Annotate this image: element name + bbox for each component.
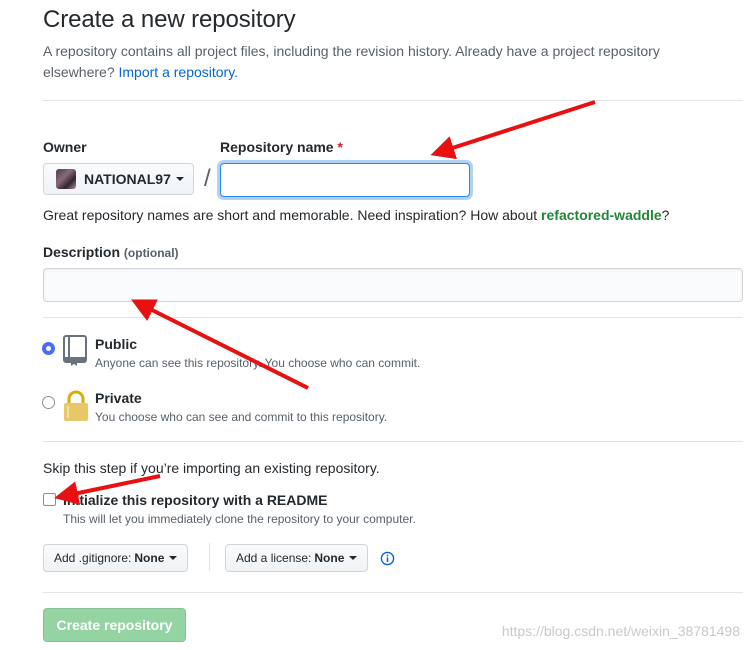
private-radio[interactable] <box>42 396 55 409</box>
description-label-text: Description <box>43 244 121 260</box>
create-repository-button[interactable]: Create repository <box>43 608 186 642</box>
watermark: https://blog.csdn.net/weixin_38781498 <box>501 623 740 639</box>
public-option-title: Public <box>95 336 138 352</box>
readme-checkbox[interactable] <box>43 493 56 506</box>
gitignore-label: Add .gitignore: <box>54 551 132 565</box>
description-label: Description (optional) <box>43 244 179 260</box>
divider <box>43 317 743 318</box>
button-separator <box>209 543 210 571</box>
divider <box>43 441 743 442</box>
readme-desc: This will let you immediately clone the … <box>63 512 416 526</box>
readme-label[interactable]: Initialize this repository with a README <box>63 492 327 508</box>
info-icon[interactable] <box>380 551 395 566</box>
chevron-down-icon <box>169 556 178 560</box>
owner-value: NATIONAL97 <box>84 171 171 187</box>
chevron-down-icon <box>349 556 358 560</box>
private-option-title: Private <box>95 390 142 406</box>
public-option-desc: Anyone can see this repository. You choo… <box>95 356 421 370</box>
repo-name-label-text: Repository name <box>220 139 334 155</box>
public-radio[interactable] <box>42 342 55 355</box>
required-mark: * <box>337 139 343 155</box>
owner-dropdown[interactable]: NATIONAL97 <box>43 163 194 195</box>
divider <box>43 100 743 101</box>
lock-icon <box>64 390 88 421</box>
skip-step-note: Skip this step if you’re importing an ex… <box>43 460 380 476</box>
avatar <box>56 169 76 189</box>
owner-label: Owner <box>43 139 87 155</box>
private-option-desc: You choose who can see and commit to thi… <box>95 410 388 424</box>
license-value: None <box>314 551 345 565</box>
name-hint-text: Great repository names are short and mem… <box>43 207 538 223</box>
import-repository-link[interactable]: Import a repository. <box>119 64 239 80</box>
name-hint: Great repository names are short and mem… <box>43 207 669 223</box>
description-input[interactable] <box>43 268 743 302</box>
page-title: Create a new repository <box>43 6 296 33</box>
owner-repo-separator: / <box>204 165 211 192</box>
page-subtitle: A repository contains all project files,… <box>43 41 703 83</box>
name-hint-suffix: ? <box>661 207 670 223</box>
gitignore-value: None <box>134 551 165 565</box>
repo-name-label: Repository name * <box>220 139 343 155</box>
optional-tag: (optional) <box>123 246 179 260</box>
repository-name-input[interactable] <box>220 163 470 197</box>
chevron-down-icon <box>175 177 184 181</box>
name-suggestion-link[interactable]: refactored-waddle <box>541 207 662 223</box>
license-label: Add a license: <box>236 551 312 565</box>
divider <box>43 592 743 593</box>
annotation-arrow <box>430 100 596 160</box>
gitignore-dropdown[interactable]: Add .gitignore: None <box>43 544 189 572</box>
repo-book-icon <box>63 335 87 366</box>
license-dropdown[interactable]: Add a license: None <box>225 544 369 572</box>
